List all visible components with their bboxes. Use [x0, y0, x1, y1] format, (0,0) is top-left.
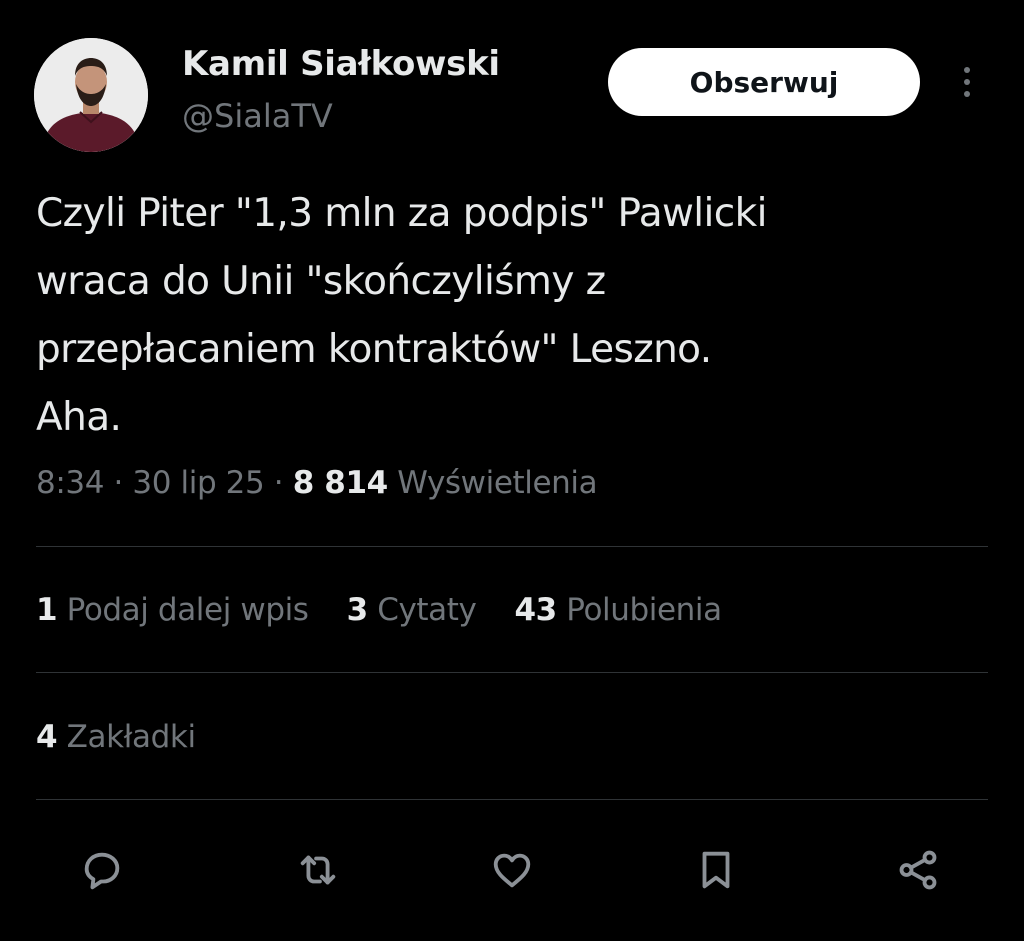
reposts-count: 1 — [36, 592, 58, 628]
quotes-label: Cytaty — [377, 592, 477, 628]
engagement-stats: 1 Podaj dalej wpis 3 Cytaty 43 Polubieni… — [36, 592, 722, 628]
tweet-text: Czyli Piter "1,3 mln za podpis" Pawlicki… — [36, 180, 936, 452]
likes-label: Polubienia — [566, 592, 722, 628]
bookmarks-label: Zakładki — [66, 719, 196, 755]
like-icon — [493, 853, 531, 888]
tweet-text-line: przepłacaniem kontraktów" Leszno. — [36, 327, 712, 372]
like-button[interactable] — [484, 842, 540, 898]
more-options-icon[interactable] — [950, 60, 984, 104]
share-button[interactable] — [890, 842, 946, 898]
bookmark-icon — [702, 851, 730, 889]
reply-button[interactable] — [74, 842, 130, 898]
bookmarks-stat[interactable]: 4 Zakładki — [36, 719, 196, 755]
repost-button[interactable] — [290, 842, 346, 898]
more-dot — [964, 91, 970, 97]
bookmarks-count: 4 — [36, 719, 58, 755]
avatar-image — [34, 38, 148, 152]
likes-stat[interactable]: 43 Polubienia — [514, 592, 722, 628]
bookmark-button[interactable] — [688, 842, 744, 898]
tweet-text-line: wraca do Unii "skończyliśmy z — [36, 259, 606, 304]
more-dot — [964, 67, 970, 73]
quotes-stat[interactable]: 3 Cytaty — [347, 592, 477, 628]
tweet-meta: 8:34 · 30 lip 25 · 8 814 Wyświetlenia — [36, 465, 598, 501]
reposts-label: Podaj dalej wpis — [66, 592, 309, 628]
views-count: 8 814 — [292, 465, 388, 501]
repost-icon — [300, 855, 336, 885]
views-label: Wyświetlenia — [397, 465, 598, 501]
avatar[interactable] — [34, 38, 148, 152]
likes-count: 43 — [514, 592, 557, 628]
author-display-name[interactable]: Kamil Siałkowski — [182, 44, 500, 84]
tweet-text-line: Aha. — [36, 395, 122, 440]
author-handle[interactable]: @SialaTV — [182, 97, 333, 135]
divider — [36, 546, 988, 547]
follow-button[interactable]: Obserwuj — [608, 48, 920, 116]
tweet-text-line: Czyli Piter "1,3 mln za podpis" Pawlicki — [36, 191, 767, 236]
tweet-date[interactable]: 30 lip 25 — [132, 465, 264, 501]
divider — [36, 672, 988, 673]
quotes-count: 3 — [346, 592, 369, 628]
divider — [36, 799, 988, 800]
reply-icon — [84, 852, 120, 890]
tweet-time[interactable]: 8:34 — [36, 465, 104, 501]
reposts-stat[interactable]: 1 Podaj dalej wpis — [36, 592, 309, 628]
share-icon — [899, 850, 937, 890]
more-dot — [964, 79, 970, 85]
meta-separator: · — [273, 465, 284, 501]
meta-separator: · — [113, 465, 123, 501]
tweet-card: Kamil Siałkowski @SialaTV Obserwuj Czyli… — [0, 0, 1024, 941]
